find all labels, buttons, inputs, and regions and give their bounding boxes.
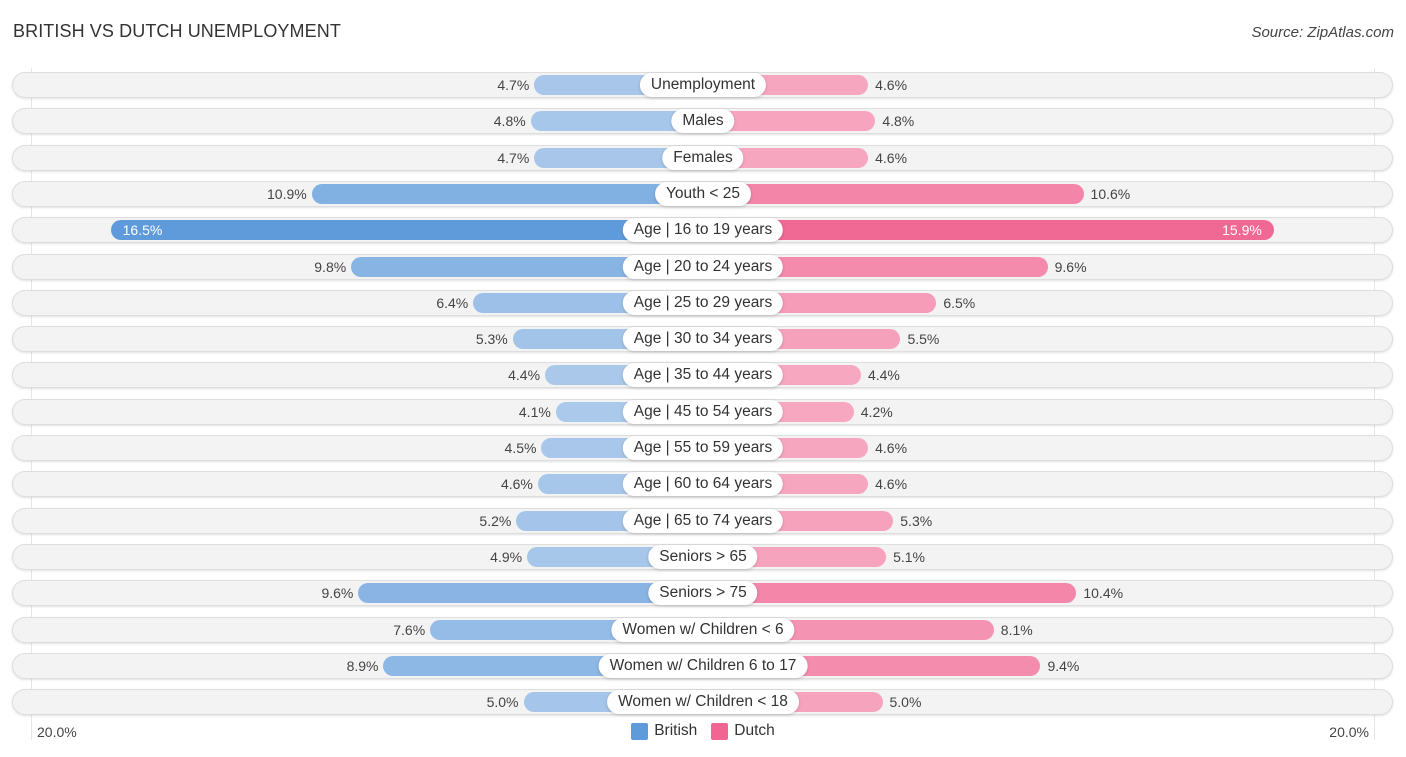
bar-british <box>110 220 703 241</box>
value-label-british: 4.4% <box>508 367 541 384</box>
value-label-dutch: 6.5% <box>943 294 976 311</box>
value-label-british: 5.0% <box>486 694 519 711</box>
value-label-british: 5.2% <box>479 512 512 529</box>
category-label: Youth < 25 <box>655 181 751 206</box>
value-label-british: 6.4% <box>436 294 469 311</box>
value-label-dutch: 5.0% <box>889 694 922 711</box>
bar-dutch <box>703 583 1077 604</box>
value-label-dutch: 4.6% <box>875 476 908 493</box>
value-label-british: 9.6% <box>321 585 354 602</box>
value-label-dutch: 4.8% <box>882 113 915 130</box>
value-label-dutch: 5.5% <box>907 331 940 348</box>
category-label: Seniors > 75 <box>648 581 758 606</box>
legend-swatch-british <box>631 722 649 740</box>
category-label: Age | 55 to 59 years <box>622 436 784 460</box>
legend: British Dutch <box>0 722 1406 740</box>
value-label-dutch: 10.4% <box>1083 585 1124 602</box>
value-label-british: 4.7% <box>497 149 530 166</box>
value-label-dutch: 9.6% <box>1054 258 1087 275</box>
category-label: Unemployment <box>639 73 767 97</box>
value-label-british: 10.9% <box>267 185 307 202</box>
legend-label-british: British <box>654 722 698 739</box>
category-label: Age | 25 to 29 years <box>622 290 784 315</box>
category-label: Women w/ Children 6 to 17 <box>598 653 808 678</box>
value-label-dutch: 4.6% <box>875 440 908 456</box>
legend-label-dutch: Dutch <box>734 722 775 739</box>
category-label: Seniors > 65 <box>648 544 758 569</box>
category-label: Females <box>662 145 744 170</box>
diverging-bar-chart: 4.7% 4.6% Unemployment 4.8% 4.8% Males 4.7% 4.6… <box>0 0 1406 757</box>
value-label-british: 16.5% <box>122 222 163 239</box>
value-label-dutch: 10.6% <box>1090 185 1131 202</box>
category-label: Women w/ Children < 6 <box>611 617 795 642</box>
value-label-dutch: 4.2% <box>860 403 893 420</box>
value-label-dutch: 4.6% <box>875 77 908 93</box>
value-label-dutch: 5.1% <box>893 548 925 565</box>
value-label-dutch: 4.6% <box>875 149 908 166</box>
category-label: Age | 45 to 54 years <box>622 399 784 424</box>
value-label-british: 8.9% <box>346 657 379 674</box>
bar-dutch <box>703 220 1274 241</box>
category-label: Age | 65 to 74 years <box>622 508 784 533</box>
category-label: Age | 35 to 44 years <box>622 363 784 388</box>
category-label: Age | 20 to 24 years <box>622 254 784 279</box>
category-label: Age | 60 to 64 years <box>622 472 784 497</box>
category-label: Age | 30 to 34 years <box>622 327 784 352</box>
value-label-dutch: 9.4% <box>1047 657 1080 674</box>
category-label: Women w/ Children < 18 <box>607 690 799 715</box>
value-label-british: 4.1% <box>518 403 551 420</box>
legend-item-british: British <box>631 722 697 740</box>
value-label-british: 9.8% <box>314 258 347 275</box>
value-label-british: 4.6% <box>500 476 533 493</box>
value-label-dutch: 4.4% <box>867 367 900 384</box>
value-label-british: 4.5% <box>504 440 537 456</box>
legend-item-dutch: Dutch <box>711 722 775 740</box>
bar-dutch <box>703 183 1084 204</box>
value-label-dutch: 15.9% <box>1222 222 1262 239</box>
category-label: Males <box>671 109 735 134</box>
value-label-british: 4.8% <box>493 113 526 130</box>
legend-swatch-dutch <box>711 722 729 740</box>
value-label-british: 4.7% <box>497 77 530 93</box>
value-label-british: 4.9% <box>490 548 523 565</box>
value-label-dutch: 8.1% <box>1000 621 1033 638</box>
category-label: Age | 16 to 19 years <box>622 218 784 243</box>
value-label-british: 5.3% <box>475 331 508 348</box>
bar-british <box>311 183 703 204</box>
value-label-british: 7.6% <box>393 621 426 638</box>
value-label-dutch: 5.3% <box>900 512 933 529</box>
